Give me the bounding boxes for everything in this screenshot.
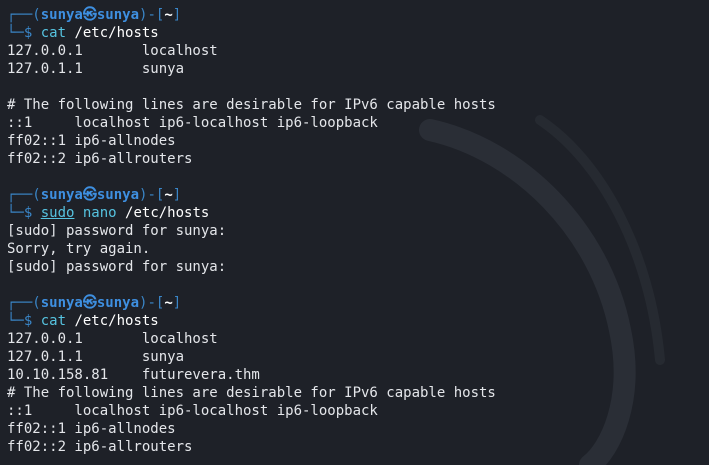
terminal-window[interactable]: ┌──(sunya㉿sunya)-[~] └─$ cat /etc/hosts …	[0, 0, 709, 465]
output-line: [sudo] password for sunya:	[7, 223, 227, 239]
output-line: [sudo] password for sunya:	[7, 259, 227, 275]
command-line: └─$ sudo nano /etc/hosts	[7, 205, 210, 221]
prompt-line: ┌──(sunya㉿sunya)-[~]	[7, 187, 182, 203]
output-line: # The following lines are desirable for …	[7, 385, 496, 401]
prompt-line: ┌──(sunya㉿sunya)-[~]	[7, 7, 182, 23]
output-line: # The following lines are desirable for …	[7, 97, 496, 113]
output-line: 127.0.1.1 sunya	[7, 61, 185, 77]
command-line: └─$ cat /etc/hosts	[7, 25, 159, 41]
command-line: └─$ cat /etc/hosts	[7, 313, 159, 329]
output-line: 127.0.1.1 sunya	[7, 349, 185, 365]
terminal-output: ┌──(sunya㉿sunya)-[~] └─$ cat /etc/hosts …	[7, 6, 709, 456]
output-line: ff02::1 ip6-allnodes	[7, 133, 176, 149]
output-line: ff02::1 ip6-allnodes	[7, 421, 176, 437]
output-line: 127.0.0.1 localhost	[7, 43, 218, 59]
output-line: ::1 localhost ip6-localhost ip6-loopback	[7, 115, 378, 131]
output-line: ::1 localhost ip6-localhost ip6-loopback	[7, 403, 378, 419]
output-line: ff02::2 ip6-allrouters	[7, 439, 193, 455]
output-line: ff02::2 ip6-allrouters	[7, 151, 193, 167]
prompt-line: ┌──(sunya㉿sunya)-[~]	[7, 295, 182, 311]
output-line: 127.0.0.1 localhost	[7, 331, 218, 347]
output-line: Sorry, try again.	[7, 241, 151, 257]
output-line: 10.10.158.81 futurevera.thm	[7, 367, 260, 383]
